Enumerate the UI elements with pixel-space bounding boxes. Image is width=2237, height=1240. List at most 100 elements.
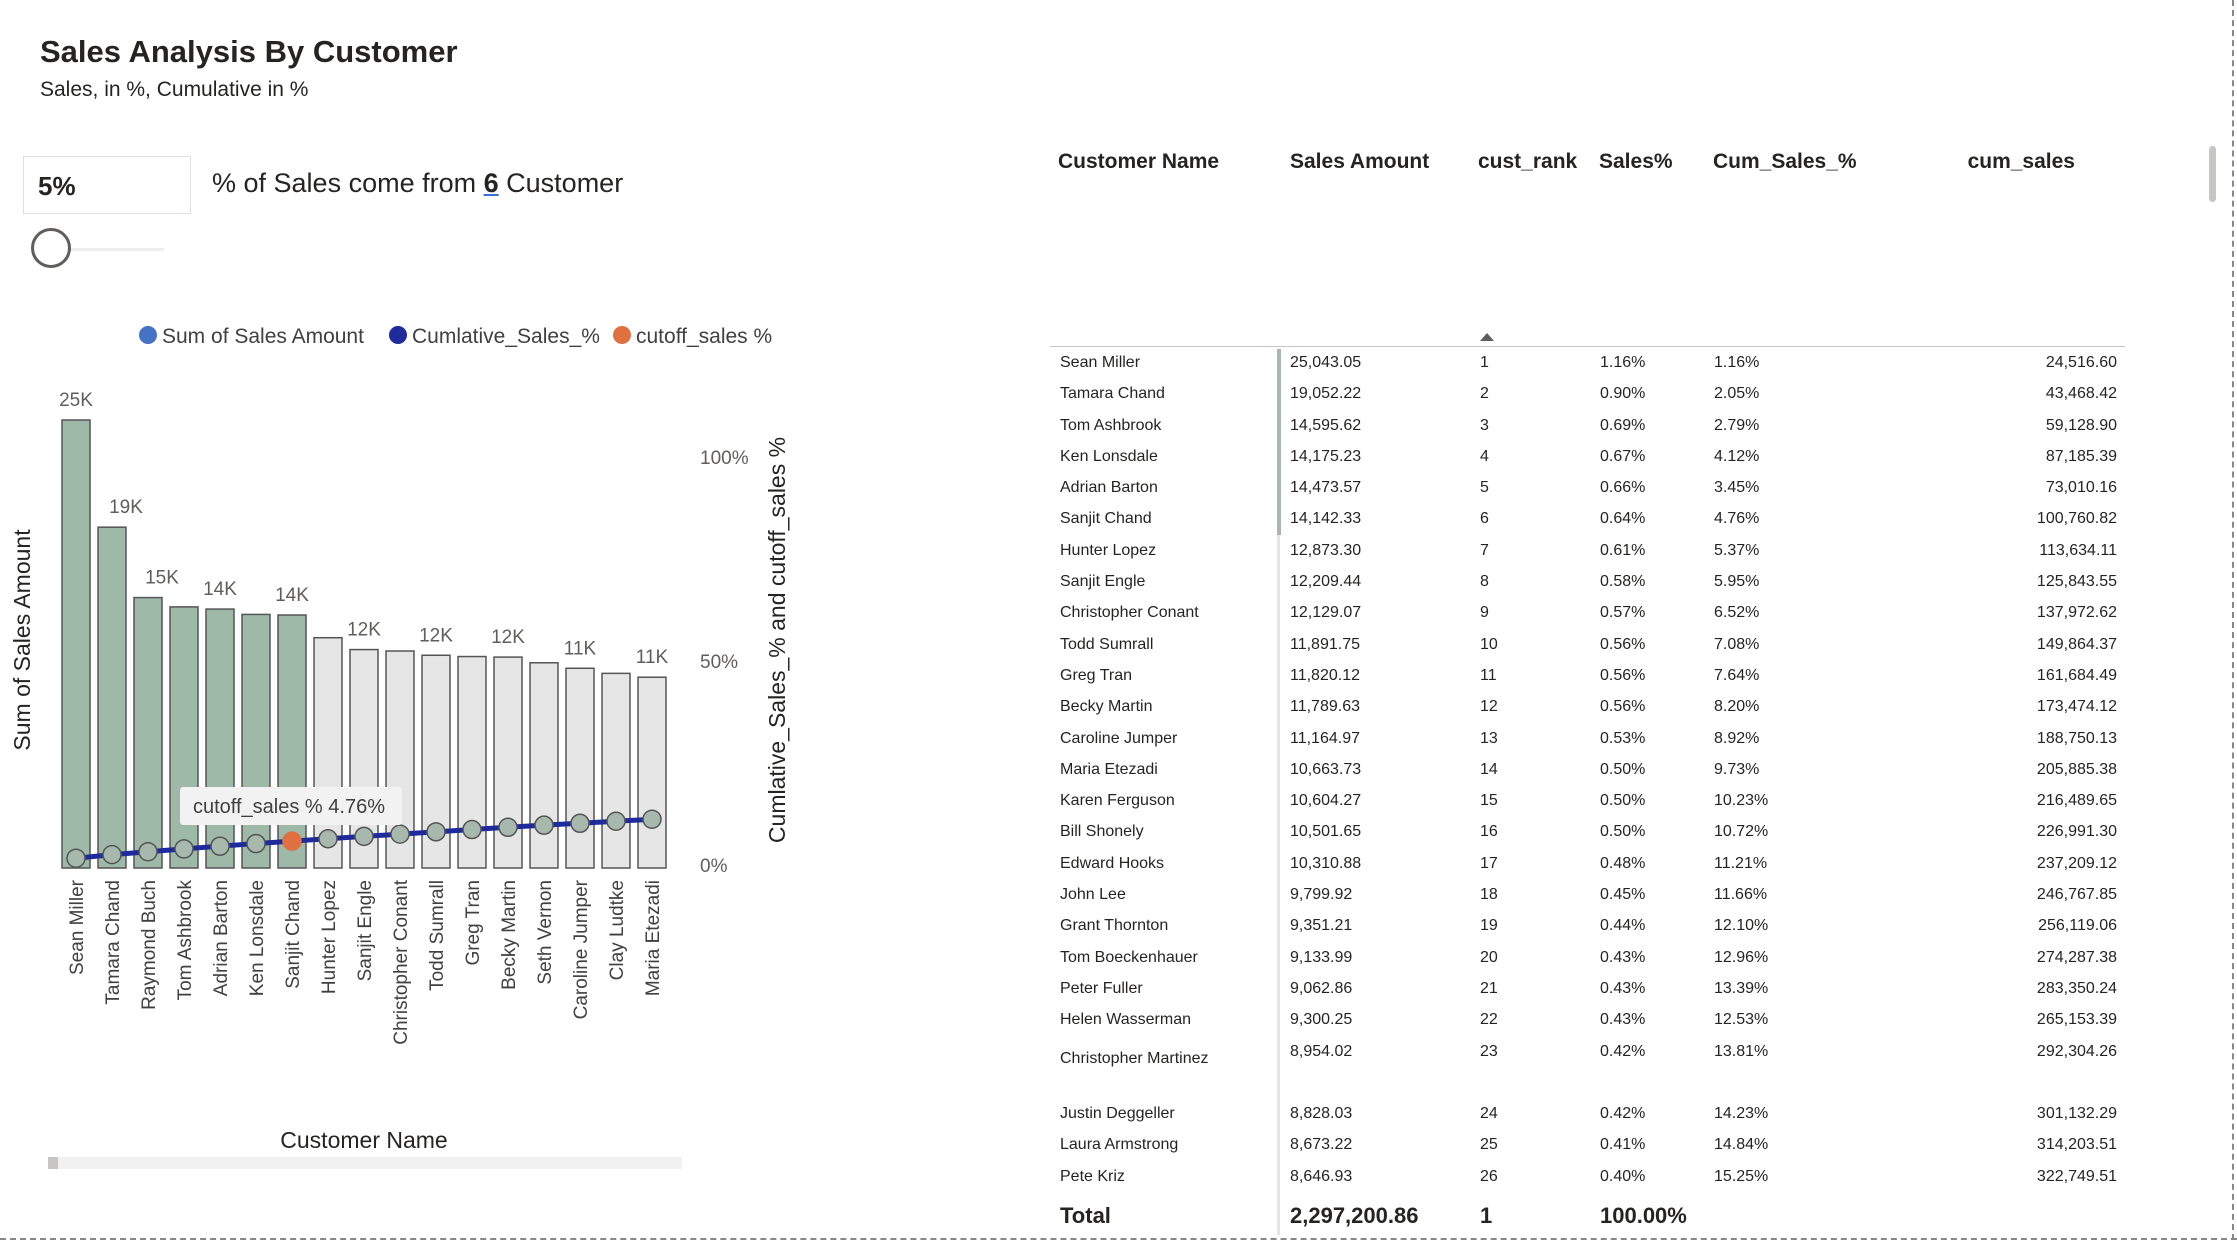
x-tick-label: Maria Etezadi (643, 880, 664, 996)
cell-cust-rank: 7 (1480, 541, 1489, 559)
table-row[interactable]: Adrian Barton 14,473.57 5 0.66% 3.45% 73,010.… (1050, 476, 2125, 507)
chart-horizontal-scrollbar[interactable] (48, 1157, 682, 1169)
x-tick-label: Christopher Conant (391, 879, 412, 1044)
cell-customer-name: Bill Shonely (1060, 823, 1144, 841)
percent-slider-handle[interactable] (31, 228, 71, 268)
x-tick-label: Hunter Lopez (319, 880, 340, 994)
cell-cust-rank: 11 (1480, 666, 1497, 684)
table-row[interactable]: Ken Lonsdale 14,175.23 4 0.67% 4.12% 87,185.3… (1050, 445, 2125, 476)
percent-slider-track[interactable] (70, 248, 164, 251)
table-row[interactable]: Laura Armstrong 8,673.22 25 0.41% 14.84% 314,… (1050, 1133, 2125, 1164)
x-tick-label: Adrian Barton (211, 880, 232, 996)
bar (601, 672, 631, 869)
cell-cum-sales-pct: 12.10% (1714, 917, 1769, 935)
bar-data-label: 14K (275, 585, 309, 606)
cell-customer-name: Sanjit Chand (1060, 510, 1152, 528)
cell-customer-name: Hunter Lopez (1060, 541, 1157, 559)
header-sales-amount[interactable]: Sales Amount (1290, 150, 1429, 174)
table-row[interactable]: Todd Sumrall 11,891.75 10 0.56% 7.08% 149,864… (1050, 633, 2125, 664)
bar (529, 662, 559, 869)
table-row[interactable]: Maria Etezadi 10,663.73 14 0.50% 9.73% 205,88… (1050, 758, 2125, 789)
table-row[interactable]: Caroline Jumper 11,164.97 13 0.53% 8.92% 188,… (1050, 727, 2125, 758)
table-row[interactable]: Becky Martin 11,789.63 12 0.56% 8.20% 173,474… (1050, 695, 2125, 726)
header-sales-pct[interactable]: Sales% (1599, 150, 1673, 174)
cell-cum-sales-pct: 12.53% (1714, 1011, 1769, 1029)
cell-cum-sales-pct: 13.81% (1714, 1042, 1769, 1060)
table-row[interactable]: Pete Kriz 8,646.93 26 0.40% 15.25% 322,749.51 (1050, 1165, 2125, 1196)
x-tick-label: Tom Ashbrook (175, 880, 196, 1001)
cumulative-point (534, 815, 554, 835)
sort-ascending-icon[interactable] (1480, 333, 1494, 341)
table-row[interactable]: Tom Ashbrook 14,595.62 3 0.69% 2.79% 59,128.9… (1050, 414, 2125, 445)
cell-sales-amount: 8,954.02 (1290, 1042, 1353, 1060)
table-row[interactable]: Christopher Martinez 8,954.02 23 0.42% 13.81… (1050, 1040, 2125, 1103)
x-axis-title: Customer Name (280, 1127, 447, 1153)
chart-scrollbar-thumb[interactable] (48, 1157, 58, 1169)
cell-cum-sales-pct: 3.45% (1714, 479, 1760, 497)
table-row[interactable]: Justin Deggeller 8,828.03 24 0.42% 14.23% 301… (1050, 1102, 2125, 1133)
bar (61, 419, 91, 869)
table-row[interactable]: Tom Boeckenhauer 9,133.99 20 0.43% 12.96% 274… (1050, 946, 2125, 977)
table-row[interactable]: Helen Wasserman 9,300.25 22 0.43% 12.53% 265,… (1050, 1008, 2125, 1039)
cell-sales-pct: 0.42% (1600, 1105, 1646, 1123)
y2-tick-label: 0% (700, 856, 728, 877)
cell-sales-pct: 0.90% (1600, 385, 1646, 403)
bar-data-label: 12K (347, 620, 381, 641)
cell-cust-rank: 20 (1480, 948, 1498, 966)
table-row[interactable]: Greg Tran 11,820.12 11 0.56% 7.64% 161,684.49 (1050, 664, 2125, 695)
cell-cust-rank: 2 (1480, 385, 1489, 403)
table-row[interactable]: Hunter Lopez 12,873.30 7 0.61% 5.37% 113,634.… (1050, 539, 2125, 570)
cell-sales-pct: 0.61% (1600, 541, 1646, 559)
table-row[interactable]: Sanjit Engle 12,209.44 8 0.58% 5.95% 125,843.… (1050, 570, 2125, 601)
table-row[interactable]: Christopher Conant 12,129.07 9 0.57% 6.52% 13… (1050, 601, 2125, 632)
cell-customer-name: Peter Fuller (1060, 979, 1143, 997)
cumulative-point (390, 824, 410, 844)
cell-cum-sales: 216,489.65 (2036, 792, 2117, 810)
cell-sales-amount: 14,595.62 (1290, 416, 1362, 434)
cell-sales-pct: 0.64% (1600, 510, 1646, 528)
x-tick-label: Sean Miller (67, 879, 88, 975)
cell-sales-pct: 0.56% (1600, 635, 1646, 653)
x-tick-label: Todd Sumrall (427, 880, 448, 991)
pareto-chart: Sum of Sales Amount Cumlative_Sales_% cuto… (9, 325, 790, 1153)
cell-cum-sales: 301,132.29 (2036, 1105, 2117, 1123)
cell-cum-sales: 113,634.11 (2039, 541, 2117, 559)
cell-sales-pct: 1.16% (1600, 354, 1646, 371)
bar-data-label: 11K (564, 638, 597, 659)
cumulative-point (606, 811, 626, 832)
cumulative-point (570, 813, 590, 834)
cell-cum-sales: 292,304.26 (2036, 1042, 2117, 1060)
cumulative-point (246, 833, 266, 854)
cell-sales-amount: 8,828.03 (1290, 1105, 1353, 1123)
cumulative-point (462, 819, 482, 840)
cell-cust-rank: 12 (1480, 698, 1498, 716)
cell-sales-amount: 9,062.86 (1290, 979, 1353, 997)
total-pct: 100.00% (1600, 1203, 1687, 1228)
table-row[interactable]: Tamara Chand 19,052.22 2 0.90% 2.05% 43,468.4… (1050, 382, 2125, 413)
table-row[interactable]: Grant Thornton 9,351.21 19 0.44% 12.10% 256,1… (1050, 914, 2125, 945)
page-title: Sales Analysis By Customer (40, 34, 458, 69)
table-row[interactable]: Sean Miller 25,043.05 1 1.16% 1.16% 24,516.60 (1050, 351, 2125, 382)
table-row[interactable]: John Lee 9,799.92 18 0.45% 11.66% 246,767.85 (1050, 883, 2125, 914)
cumulative-point (66, 848, 86, 869)
header-cum-sales-pct[interactable]: Cum_Sales_% (1713, 150, 1857, 174)
header-customer-name[interactable]: Customer Name (1058, 150, 1219, 174)
cumulative-point (642, 809, 662, 830)
cell-sales-amount: 9,300.25 (1290, 1011, 1353, 1029)
table-row[interactable]: Peter Fuller 9,062.86 21 0.43% 13.39% 283,350… (1050, 977, 2125, 1008)
table-row[interactable]: Bill Shonely 10,501.65 16 0.50% 10.72% 226,99… (1050, 820, 2125, 851)
cell-customer-name: Adrian Barton (1060, 479, 1158, 497)
cell-customer-name: Tom Boeckenhauer (1060, 948, 1198, 966)
header-cum-sales[interactable]: cum_sales (1968, 150, 2075, 174)
page-subtitle: Sales, in %, Cumulative in % (40, 78, 309, 101)
table-scrollbar[interactable] (2209, 146, 2216, 202)
header-cust-rank[interactable]: cust_rank (1478, 150, 1577, 174)
table-row[interactable]: Karen Ferguson 10,604.27 15 0.50% 10.23% 216,… (1050, 789, 2125, 820)
percent-input[interactable]: 5% (23, 156, 191, 214)
cell-sales-pct: 0.67% (1600, 447, 1646, 465)
table-row[interactable]: Sanjit Chand 14,142.33 6 0.64% 4.76% 100,760.… (1050, 507, 2125, 538)
cell-customer-name: Becky Martin (1060, 698, 1153, 716)
cell-sales-pct: 0.66% (1600, 479, 1646, 497)
table-row[interactable]: Edward Hooks 10,310.88 17 0.48% 11.21% 237,20… (1050, 852, 2125, 883)
cell-sales-amount: 14,473.57 (1290, 479, 1362, 497)
